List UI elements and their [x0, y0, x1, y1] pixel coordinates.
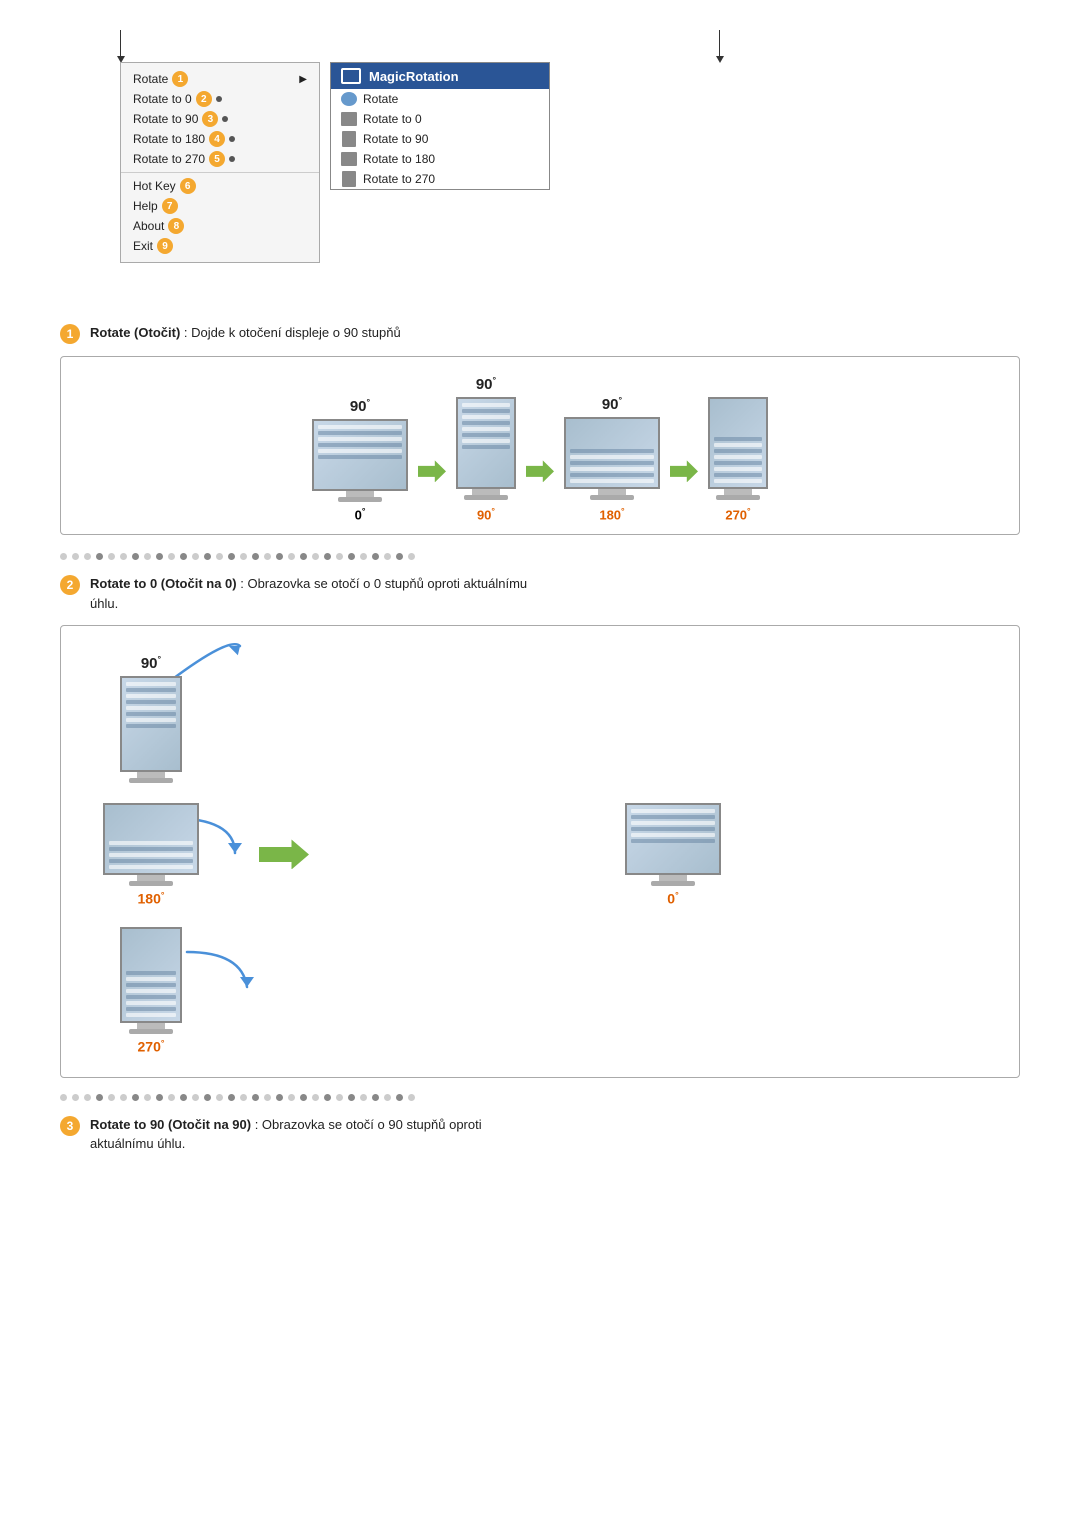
submenu-rotate270-icon	[342, 171, 356, 187]
menu-label-exit: Exit	[133, 239, 153, 253]
menu-badge-1: 1	[172, 71, 188, 87]
submenu-rotate180-icon	[341, 152, 357, 166]
menu-badge-6: 6	[180, 178, 196, 194]
submenu-rotate0-label: Rotate to 0	[363, 112, 422, 126]
menu-dot-4	[229, 136, 235, 142]
menu-label-rotate90: Rotate to 90	[133, 112, 198, 126]
right-arrow-indicator	[719, 30, 720, 58]
submenu-rotate-label: Rotate	[363, 92, 398, 106]
menu-dot-3	[222, 116, 228, 122]
s2-label-180: 180°	[138, 890, 165, 907]
menu-item-rotate90[interactable]: Rotate to 90 3	[121, 109, 319, 129]
angle-label-top-3: 90°	[602, 395, 622, 413]
submenu-item-rotate[interactable]: Rotate	[331, 89, 549, 109]
menu-label-hotkey: Hot Key	[133, 179, 176, 193]
section-3-description: Rotate to 90 (Otočit na 90) : Obrazovka …	[90, 1115, 482, 1154]
menu-label-about: About	[133, 219, 164, 233]
section-3: 3 Rotate to 90 (Otočit na 90) : Obrazovk…	[60, 1115, 1020, 1154]
menu-item-exit[interactable]: Exit 9	[121, 236, 319, 256]
arrow-2-3	[526, 460, 554, 482]
menu-badge-9: 9	[157, 238, 173, 254]
menu-badge-5: 5	[209, 151, 225, 167]
submenu-item-rotate180[interactable]: Rotate to 180	[331, 149, 549, 169]
submenu-rotate180-label: Rotate to 180	[363, 152, 435, 166]
arrow-3-4	[670, 460, 698, 482]
monitor-90deg: 90° 90°	[456, 375, 516, 522]
angle-label-top-4: 90°	[728, 375, 748, 393]
divider-1	[60, 553, 1020, 560]
menu-item-rotate180[interactable]: Rotate to 180 4	[121, 129, 319, 149]
angle-label-top-1: 90°	[350, 397, 370, 415]
divider-2	[60, 1094, 1020, 1101]
s2-label-0: 0°	[667, 890, 678, 907]
angle-label-bottom-4: 270°	[725, 506, 750, 522]
big-arrow-right	[259, 839, 309, 869]
submenu-title: MagicRotation	[369, 69, 459, 84]
menu-dot-2	[216, 96, 222, 102]
menu-label-rotate: Rotate	[133, 72, 168, 86]
monitor-180deg: 90° 180°	[564, 395, 660, 522]
submenu-header: MagicRotation	[331, 63, 549, 89]
arrow-1-2	[418, 460, 446, 482]
menu-label-help: Help	[133, 199, 158, 213]
menu-item-rotate[interactable]: Rotate 1 ▶	[121, 69, 319, 89]
section-3-badge: 3	[60, 1116, 80, 1136]
section-2-description: Rotate to 0 (Otočit na 0) : Obrazovka se…	[90, 574, 527, 613]
submenu: MagicRotation Rotate Rotate to 0 Rotate …	[330, 62, 550, 190]
menu-badge-8: 8	[168, 218, 184, 234]
section-1-badge: 1	[60, 324, 80, 344]
section-1-diagram: 90° 0° 90°	[60, 356, 1020, 535]
menu-badge-3: 3	[202, 111, 218, 127]
submenu-rotate-icon	[341, 92, 357, 106]
angle-label-top-2: 90°	[476, 375, 496, 393]
menu-badge-4: 4	[209, 131, 225, 147]
section-1-description: Rotate (Otočit) : Dojde k otočení disple…	[90, 323, 401, 343]
submenu-item-rotate270[interactable]: Rotate to 270	[331, 169, 549, 189]
submenu-item-rotate90[interactable]: Rotate to 90	[331, 129, 549, 149]
menu-dot-5	[229, 156, 235, 162]
left-arrow-indicator	[120, 30, 121, 58]
menu-item-hotkey[interactable]: Hot Key 6	[121, 176, 319, 196]
submenu-rotate0-icon	[341, 112, 357, 126]
menu-item-rotate270[interactable]: Rotate to 270 5	[121, 149, 319, 169]
menu-arrow-rotate: ▶	[299, 74, 307, 85]
monitor-0deg: 90° 0°	[312, 397, 408, 522]
monitor-270deg: 90° 270°	[708, 375, 768, 522]
angle-label-bottom-1: 0°	[355, 506, 366, 522]
submenu-rotate90-label: Rotate to 90	[363, 132, 428, 146]
menu-item-rotate0[interactable]: Rotate to 0 2	[121, 89, 319, 109]
angle-label-bottom-2: 90°	[477, 506, 495, 522]
section-2-badge: 2	[60, 575, 80, 595]
submenu-rotate270-label: Rotate to 270	[363, 172, 435, 186]
menu-badge-7: 7	[162, 198, 178, 214]
s2-label-270: 270°	[138, 1038, 165, 1055]
angle-label-bottom-3: 180°	[599, 506, 624, 522]
submenu-rotate90-icon	[342, 131, 356, 147]
menu-item-help[interactable]: Help 7	[121, 196, 319, 216]
context-menu: Rotate 1 ▶ Rotate to 0 2 Rotate to 90 3 …	[120, 62, 320, 263]
section-2: 2 Rotate to 0 (Otočit na 0) : Obrazovka …	[60, 574, 1020, 1077]
menu-label-rotate270: Rotate to 270	[133, 152, 205, 166]
section-1: 1 Rotate (Otočit) : Dojde k otočení disp…	[60, 323, 1020, 535]
monitor-icon	[341, 68, 361, 84]
menu-label-rotate180: Rotate to 180	[133, 132, 205, 146]
menu-badge-2: 2	[196, 91, 212, 107]
section-2-diagram: 90°	[60, 625, 1020, 1077]
submenu-item-rotate0[interactable]: Rotate to 0	[331, 109, 549, 129]
menu-label-rotate0: Rotate to 0	[133, 92, 192, 106]
menu-item-about[interactable]: About 8	[121, 216, 319, 236]
